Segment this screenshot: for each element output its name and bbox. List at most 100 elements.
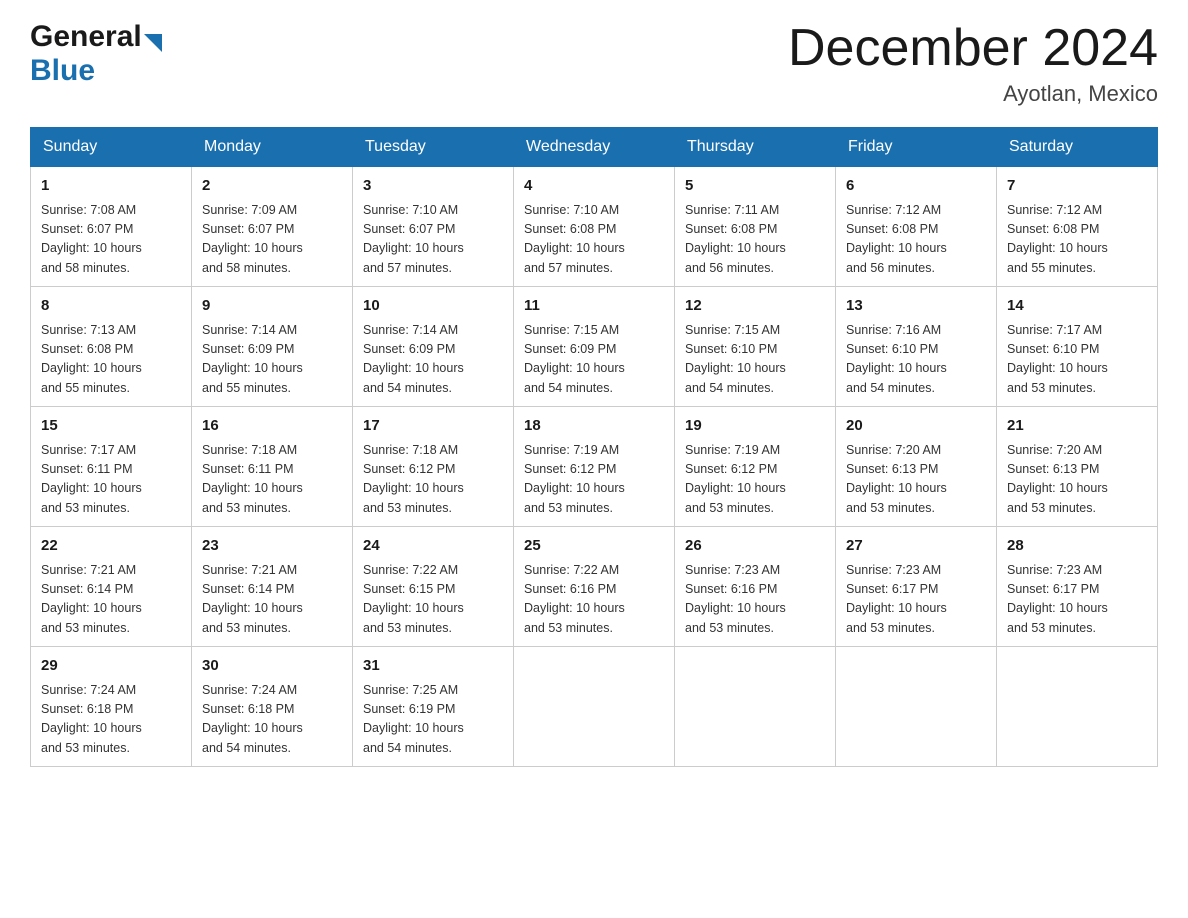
location: Ayotlan, Mexico [788,81,1158,107]
day-number: 1 [41,175,181,198]
calendar-cell: 17 Sunrise: 7:18 AMSunset: 6:12 PMDayligh… [353,407,514,527]
day-number: 3 [363,175,503,198]
calendar-cell: 15 Sunrise: 7:17 AMSunset: 6:11 PMDayligh… [31,407,192,527]
calendar-cell: 12 Sunrise: 7:15 AMSunset: 6:10 PMDayligh… [675,287,836,407]
day-number: 13 [846,295,986,318]
calendar-week-2: 8 Sunrise: 7:13 AMSunset: 6:08 PMDaylight… [31,287,1158,407]
day-number: 31 [363,655,503,678]
day-number: 27 [846,535,986,558]
calendar-cell: 4 Sunrise: 7:10 AMSunset: 6:08 PMDaylight… [514,167,675,287]
day-number: 19 [685,415,825,438]
col-wednesday: Wednesday [514,128,675,167]
col-monday: Monday [192,128,353,167]
day-info: Sunrise: 7:23 AMSunset: 6:16 PMDaylight:… [685,561,825,639]
day-info: Sunrise: 7:21 AMSunset: 6:14 PMDaylight:… [41,561,181,639]
day-info: Sunrise: 7:20 AMSunset: 6:13 PMDaylight:… [1007,441,1147,519]
day-info: Sunrise: 7:15 AMSunset: 6:10 PMDaylight:… [685,321,825,399]
calendar-cell: 29 Sunrise: 7:24 AMSunset: 6:18 PMDayligh… [31,647,192,767]
calendar-cell [675,647,836,767]
calendar-cell: 30 Sunrise: 7:24 AMSunset: 6:18 PMDayligh… [192,647,353,767]
day-info: Sunrise: 7:17 AMSunset: 6:11 PMDaylight:… [41,441,181,519]
col-tuesday: Tuesday [353,128,514,167]
col-sunday: Sunday [31,128,192,167]
day-info: Sunrise: 7:18 AMSunset: 6:11 PMDaylight:… [202,441,342,519]
calendar-week-4: 22 Sunrise: 7:21 AMSunset: 6:14 PMDayligh… [31,527,1158,647]
day-info: Sunrise: 7:12 AMSunset: 6:08 PMDaylight:… [846,201,986,279]
day-info: Sunrise: 7:19 AMSunset: 6:12 PMDaylight:… [685,441,825,519]
day-info: Sunrise: 7:22 AMSunset: 6:15 PMDaylight:… [363,561,503,639]
day-info: Sunrise: 7:11 AMSunset: 6:08 PMDaylight:… [685,201,825,279]
calendar-cell: 6 Sunrise: 7:12 AMSunset: 6:08 PMDaylight… [836,167,997,287]
calendar-cell: 9 Sunrise: 7:14 AMSunset: 6:09 PMDaylight… [192,287,353,407]
day-number: 14 [1007,295,1147,318]
day-info: Sunrise: 7:24 AMSunset: 6:18 PMDaylight:… [202,681,342,759]
day-info: Sunrise: 7:10 AMSunset: 6:07 PMDaylight:… [363,201,503,279]
day-info: Sunrise: 7:22 AMSunset: 6:16 PMDaylight:… [524,561,664,639]
day-number: 15 [41,415,181,438]
calendar-cell: 18 Sunrise: 7:19 AMSunset: 6:12 PMDayligh… [514,407,675,527]
calendar-table: Sunday Monday Tuesday Wednesday Thursday… [30,127,1158,767]
calendar-cell: 27 Sunrise: 7:23 AMSunset: 6:17 PMDayligh… [836,527,997,647]
col-thursday: Thursday [675,128,836,167]
day-info: Sunrise: 7:19 AMSunset: 6:12 PMDaylight:… [524,441,664,519]
day-number: 8 [41,295,181,318]
calendar-week-3: 15 Sunrise: 7:17 AMSunset: 6:11 PMDayligh… [31,407,1158,527]
calendar-cell: 22 Sunrise: 7:21 AMSunset: 6:14 PMDayligh… [31,527,192,647]
day-number: 22 [41,535,181,558]
day-number: 29 [41,655,181,678]
logo: General Blue [30,20,162,88]
calendar-cell: 20 Sunrise: 7:20 AMSunset: 6:13 PMDayligh… [836,407,997,527]
day-info: Sunrise: 7:12 AMSunset: 6:08 PMDaylight:… [1007,201,1147,279]
page-header: General Blue December 2024 Ayotlan, Mexi… [30,20,1158,107]
day-info: Sunrise: 7:10 AMSunset: 6:08 PMDaylight:… [524,201,664,279]
day-number: 20 [846,415,986,438]
day-info: Sunrise: 7:16 AMSunset: 6:10 PMDaylight:… [846,321,986,399]
day-number: 6 [846,175,986,198]
day-info: Sunrise: 7:24 AMSunset: 6:18 PMDaylight:… [41,681,181,759]
calendar-cell: 8 Sunrise: 7:13 AMSunset: 6:08 PMDaylight… [31,287,192,407]
day-info: Sunrise: 7:21 AMSunset: 6:14 PMDaylight:… [202,561,342,639]
day-number: 25 [524,535,664,558]
day-info: Sunrise: 7:23 AMSunset: 6:17 PMDaylight:… [846,561,986,639]
logo-general: General [30,20,142,54]
calendar-cell: 14Sunrise: 7:17 AMSunset: 6:10 PMDayligh… [997,287,1158,407]
calendar-cell: 13 Sunrise: 7:16 AMSunset: 6:10 PMDayligh… [836,287,997,407]
day-number: 17 [363,415,503,438]
calendar-cell: 19 Sunrise: 7:19 AMSunset: 6:12 PMDayligh… [675,407,836,527]
calendar-cell: 10 Sunrise: 7:14 AMSunset: 6:09 PMDayligh… [353,287,514,407]
day-number: 12 [685,295,825,318]
day-number: 9 [202,295,342,318]
calendar-cell: 2 Sunrise: 7:09 AMSunset: 6:07 PMDaylight… [192,167,353,287]
day-number: 5 [685,175,825,198]
day-info: Sunrise: 7:09 AMSunset: 6:07 PMDaylight:… [202,201,342,279]
day-number: 7 [1007,175,1147,198]
col-friday: Friday [836,128,997,167]
day-number: 30 [202,655,342,678]
calendar-cell: 26 Sunrise: 7:23 AMSunset: 6:16 PMDayligh… [675,527,836,647]
calendar-week-1: 1 Sunrise: 7:08 AMSunset: 6:07 PMDaylight… [31,167,1158,287]
day-info: Sunrise: 7:18 AMSunset: 6:12 PMDaylight:… [363,441,503,519]
calendar-cell: 5 Sunrise: 7:11 AMSunset: 6:08 PMDaylight… [675,167,836,287]
day-number: 26 [685,535,825,558]
day-number: 10 [363,295,503,318]
day-info: Sunrise: 7:20 AMSunset: 6:13 PMDaylight:… [846,441,986,519]
day-info: Sunrise: 7:13 AMSunset: 6:08 PMDaylight:… [41,321,181,399]
day-info: Sunrise: 7:14 AMSunset: 6:09 PMDaylight:… [202,321,342,399]
calendar-cell: 28Sunrise: 7:23 AMSunset: 6:17 PMDayligh… [997,527,1158,647]
day-number: 11 [524,295,664,318]
day-number: 24 [363,535,503,558]
day-info: Sunrise: 7:08 AMSunset: 6:07 PMDaylight:… [41,201,181,279]
day-number: 18 [524,415,664,438]
day-info: Sunrise: 7:14 AMSunset: 6:09 PMDaylight:… [363,321,503,399]
day-number: 4 [524,175,664,198]
col-saturday: Saturday [997,128,1158,167]
day-info: Sunrise: 7:23 AMSunset: 6:17 PMDaylight:… [1007,561,1147,639]
day-number: 21 [1007,415,1147,438]
day-number: 2 [202,175,342,198]
calendar-cell [836,647,997,767]
logo-triangle-icon [144,34,162,52]
calendar-header-row: Sunday Monday Tuesday Wednesday Thursday… [31,128,1158,167]
calendar-cell: 23Sunrise: 7:21 AMSunset: 6:14 PMDayligh… [192,527,353,647]
calendar-cell: 7 Sunrise: 7:12 AMSunset: 6:08 PMDaylight… [997,167,1158,287]
calendar-cell: 11Sunrise: 7:15 AMSunset: 6:09 PMDayligh… [514,287,675,407]
